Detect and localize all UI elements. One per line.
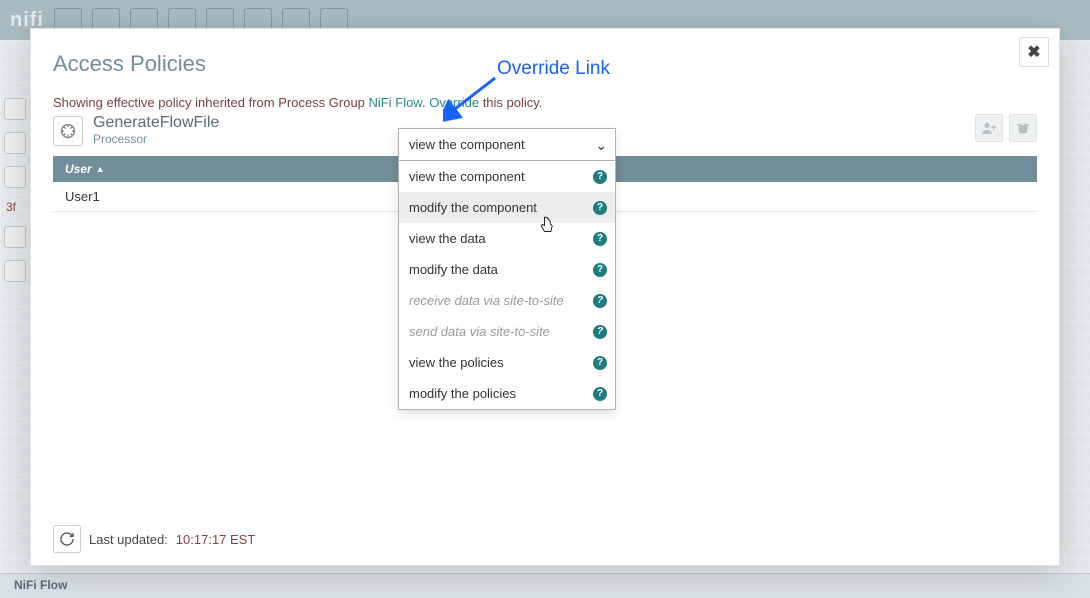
override-link[interactable]: Override xyxy=(429,95,479,110)
help-icon[interactable]: ? xyxy=(593,263,607,277)
dropdown-option[interactable]: view the component? xyxy=(399,161,615,192)
dropdown-option-label: modify the policies xyxy=(409,386,516,401)
dropdown-option[interactable]: view the data? xyxy=(399,223,615,254)
dropdown-option-label: modify the data xyxy=(409,262,498,277)
component-name: GenerateFlowFile xyxy=(93,114,219,132)
rail-icon[interactable] xyxy=(4,226,26,248)
dropdown-option[interactable]: modify the component? xyxy=(399,192,615,223)
dropdown-option-label: view the data xyxy=(409,231,486,246)
col-user: User xyxy=(65,162,92,176)
dropdown-option-label: view the component xyxy=(409,169,525,184)
help-icon[interactable]: ? xyxy=(593,325,607,339)
rail-text: 3f xyxy=(4,200,26,214)
rail-icon[interactable] xyxy=(4,260,26,282)
delete-button[interactable] xyxy=(1009,114,1037,142)
dropdown-option-label: modify the component xyxy=(409,200,537,215)
help-icon[interactable]: ? xyxy=(593,294,607,308)
modal-title: Access Policies xyxy=(53,51,1037,77)
breadcrumb[interactable]: NiFi Flow xyxy=(0,573,1090,598)
chevron-down-icon: ⌄ xyxy=(595,137,607,154)
dropdown-option: receive data via site-to-site? xyxy=(399,285,615,316)
last-updated-timestamp: 10:17:17 EST xyxy=(176,532,256,547)
policy-type-dropdown[interactable]: view the component ⌄ view the component?… xyxy=(398,128,616,410)
dropdown-option-label: receive data via site-to-site xyxy=(409,293,564,308)
rail-icon[interactable] xyxy=(4,98,26,120)
dropdown-selected-label: view the component xyxy=(409,137,525,152)
dropdown-option: send data via site-to-site? xyxy=(399,316,615,347)
dropdown-option-label: view the policies xyxy=(409,355,504,370)
dropdown-option-label: send data via site-to-site xyxy=(409,324,550,339)
refresh-button[interactable] xyxy=(53,525,81,553)
left-rail: 3f xyxy=(0,92,30,288)
rail-icon[interactable] xyxy=(4,166,26,188)
processor-icon xyxy=(53,116,83,146)
component-type: Processor xyxy=(93,132,219,146)
help-icon[interactable]: ? xyxy=(593,170,607,184)
dropdown-option[interactable]: modify the data? xyxy=(399,254,615,285)
rail-icon[interactable] xyxy=(4,132,26,154)
add-user-button[interactable] xyxy=(975,114,1003,142)
dropdown-option[interactable]: view the policies? xyxy=(399,347,615,378)
sort-asc-icon: ▲ xyxy=(96,164,105,174)
help-icon[interactable]: ? xyxy=(593,201,607,215)
inherited-suffix: this policy. xyxy=(479,95,542,110)
process-group-link[interactable]: NiFi Flow xyxy=(369,95,422,110)
close-icon[interactable]: ✖ xyxy=(1019,37,1049,67)
help-icon[interactable]: ? xyxy=(593,232,607,246)
help-icon[interactable]: ? xyxy=(593,387,607,401)
help-icon[interactable]: ? xyxy=(593,356,607,370)
last-updated-label: Last updated: xyxy=(89,532,168,547)
dropdown-option[interactable]: modify the policies? xyxy=(399,378,615,409)
refresh-row: Last updated: 10:17:17 EST xyxy=(53,525,255,553)
inherited-policy-message: Showing effective policy inherited from … xyxy=(53,95,1037,110)
dropdown-selected[interactable]: view the component ⌄ xyxy=(399,129,615,161)
inherited-prefix: Showing effective policy inherited from … xyxy=(53,95,369,110)
